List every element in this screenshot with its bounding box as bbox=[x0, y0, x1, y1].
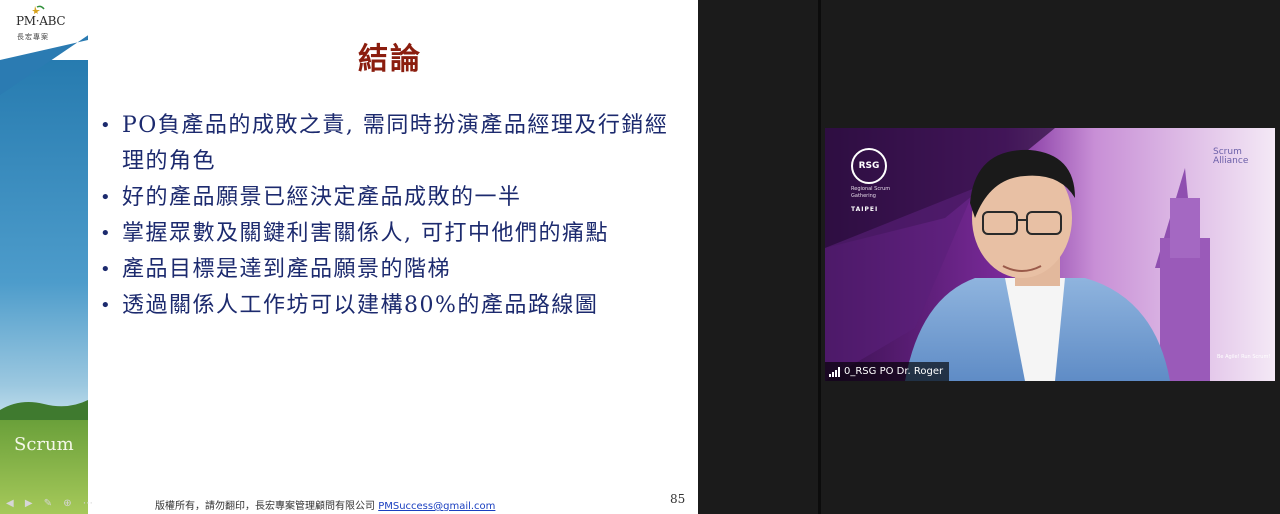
slide-title: 結論 bbox=[358, 42, 422, 77]
bullet-text: 好的產品願景已經決定產品成敗的一半 bbox=[122, 185, 522, 210]
bullet-text: 掌握眾數及關鍵利害關係人, 可打中他們的痛點 bbox=[122, 221, 609, 246]
panel-divider[interactable] bbox=[818, 0, 821, 514]
bullet-item: • PO負產品的成敗之責, 需同時扮演產品經理及行銷經理的角色 bbox=[100, 108, 690, 180]
scrum-alliance-logo: Scrum Alliance bbox=[1213, 147, 1249, 166]
contact-email-link[interactable]: PMSuccess@gmail.com bbox=[378, 501, 495, 512]
slide-page-number: 85 bbox=[670, 492, 686, 506]
bullet-item: • 透過關係人工作坊可以建構80%的產品路線圖 bbox=[100, 288, 690, 324]
bullet-item: • 掌握眾數及關鍵利害關係人, 可打中他們的痛點 bbox=[100, 216, 690, 252]
scrum-side-label: Scrum bbox=[14, 434, 74, 455]
rsg-city: TAIPEI bbox=[851, 206, 879, 213]
bullet-text: 透過關係人工作坊可以建構80%的產品路線圖 bbox=[122, 293, 599, 318]
bullet-icon: • bbox=[100, 295, 113, 316]
bullet-icon: • bbox=[100, 259, 113, 280]
conclusion-bullet-list: • PO負產品的成敗之責, 需同時扮演產品經理及行銷經理的角色 • 好的產品願景已經… bbox=[100, 108, 690, 324]
rsg-caption: Regional Scrum Gathering bbox=[851, 186, 891, 199]
slide-footer: 版權所有，請勿翻印，長宏專案管理顧問有限公司 PMSuccess@gmail.c… bbox=[155, 497, 495, 512]
bullet-item: • 好的產品願景已經決定產品成敗的一半 bbox=[100, 180, 690, 216]
pm-abc-logo: PM·ABC bbox=[16, 14, 66, 28]
bullet-item: • 產品目標是達到產品願景的階梯 bbox=[100, 252, 690, 288]
speaker-video-frame bbox=[825, 128, 1275, 381]
participant-video-tile[interactable]: RSG Regional Scrum Gathering TAIPEI Scru… bbox=[825, 128, 1275, 381]
bullet-icon: • bbox=[100, 115, 113, 136]
copyright-text: 版權所有，請勿翻印，長宏專案管理顧問有限公司 bbox=[155, 501, 379, 512]
bullet-icon: • bbox=[100, 187, 113, 208]
connection-signal-icon bbox=[829, 366, 840, 377]
rsg-logo: RSG bbox=[851, 148, 887, 184]
participant-name-tag: 0_RSG PO Dr. Roger bbox=[825, 362, 950, 381]
be-agile-slogan: Be Agile! Run Scrum! bbox=[1217, 354, 1271, 360]
slide-navigation-controls[interactable]: ◀ ▶ ✎ ⊕ ⋯ bbox=[6, 498, 97, 509]
bullet-icon: • bbox=[100, 223, 113, 244]
participant-name: 0_RSG PO Dr. Roger bbox=[844, 366, 944, 377]
shared-slide: PM·ABC 長宏專案 Scrum 結論 • PO負產品的成敗之責, 需同時扮演產… bbox=[0, 0, 698, 514]
bullet-text: PO負產品的成敗之責, 需同時扮演產品經理及行銷經理的角色 bbox=[122, 113, 669, 174]
bullet-text: 產品目標是達到產品願景的階梯 bbox=[122, 257, 452, 282]
